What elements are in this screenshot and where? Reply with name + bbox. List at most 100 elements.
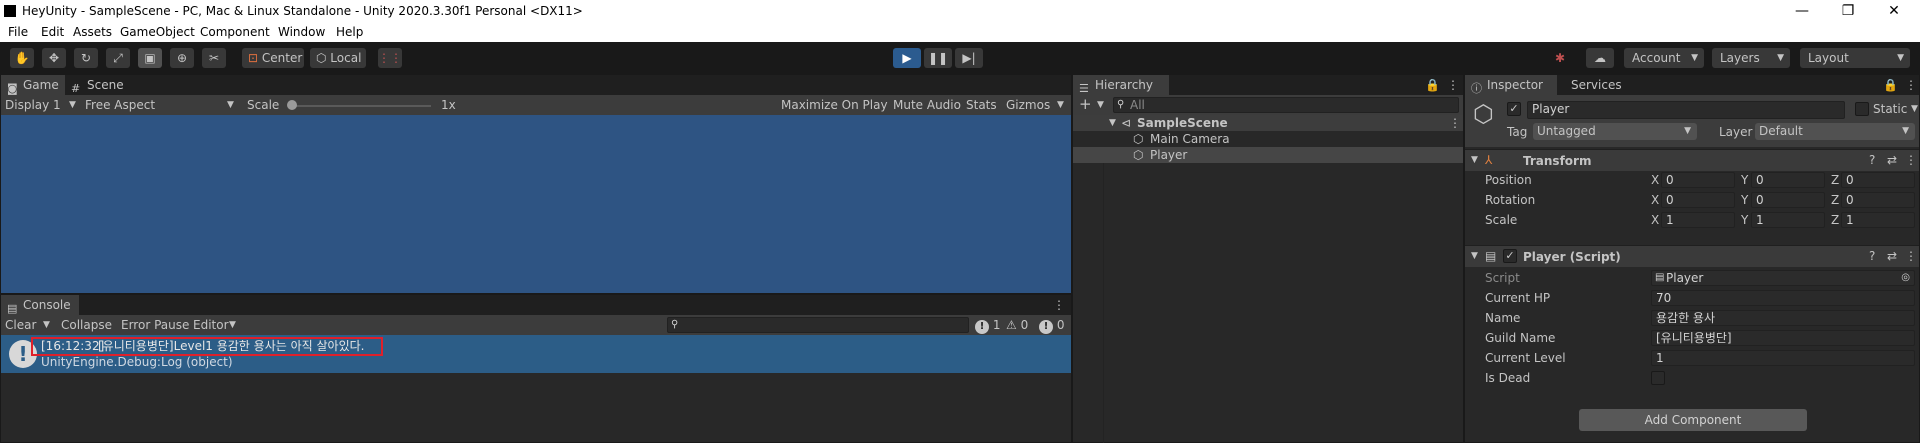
- error-pause-button[interactable]: Error Pause: [121, 316, 189, 334]
- x-field[interactable]: 0: [1661, 172, 1735, 188]
- game-toolbar: Display 1 ▼ Free Aspect ▼ Scale 1x Maxim…: [1, 95, 1071, 115]
- display-dropdown[interactable]: Display 1: [5, 96, 61, 114]
- layer-dropdown[interactable]: Default ▼: [1755, 123, 1915, 140]
- field-value-input[interactable]: 1: [1651, 350, 1915, 366]
- editor-dropdown[interactable]: Editor: [193, 316, 229, 334]
- scene-row[interactable]: ▼ ⊲ SampleScene ⋮: [1073, 115, 1463, 131]
- menu-window[interactable]: Window: [278, 25, 325, 39]
- close-button[interactable]: ✕: [1876, 1, 1912, 21]
- menu-assets[interactable]: Assets: [73, 25, 112, 39]
- tag-value: Untagged: [1537, 124, 1596, 138]
- tab-services[interactable]: Services: [1557, 75, 1649, 95]
- clear-button[interactable]: Clear: [5, 316, 36, 334]
- x-field[interactable]: 1: [1661, 212, 1735, 228]
- chevron-down-icon: ▼: [1109, 118, 1116, 128]
- menu-edit[interactable]: Edit: [41, 25, 64, 39]
- more-options-icon[interactable]: ⋮: [1447, 76, 1459, 94]
- is-dead-checkbox[interactable]: [1651, 371, 1665, 385]
- menu-file[interactable]: File: [8, 25, 28, 39]
- x-field[interactable]: 0: [1661, 192, 1735, 208]
- tag-dropdown[interactable]: Untagged ▼: [1533, 123, 1697, 140]
- hand-tool-icon[interactable]: ✋: [10, 48, 34, 68]
- field-value-input[interactable]: 70: [1651, 290, 1915, 306]
- collapse-button[interactable]: Collapse: [61, 316, 112, 334]
- hierarchy-search-input[interactable]: ⚲ All: [1113, 97, 1459, 113]
- tab-game[interactable]: ◙ Game: [1, 75, 65, 95]
- transform-tool-icon[interactable]: ⊕: [170, 48, 194, 68]
- scale-slider-handle[interactable]: [287, 100, 297, 110]
- maximize-on-play-button[interactable]: Maximize On Play: [781, 96, 888, 114]
- error-count-toggle[interactable]: ! 0: [1039, 316, 1064, 334]
- aspect-dropdown[interactable]: Free Aspect: [85, 96, 155, 114]
- cloud-icon[interactable]: ☁: [1586, 48, 1614, 68]
- static-checkbox[interactable]: [1855, 102, 1869, 116]
- menu-help[interactable]: Help: [336, 25, 363, 39]
- field-value-input[interactable]: 용감한 용사: [1651, 310, 1915, 326]
- field-label: Current HP: [1485, 291, 1551, 305]
- tab-scene[interactable]: # Scene: [65, 75, 137, 95]
- scale-slider[interactable]: [291, 105, 431, 107]
- collab-icon[interactable]: ✱: [1548, 48, 1572, 68]
- minimize-button[interactable]: —: [1784, 1, 1820, 21]
- rect-tool-icon[interactable]: ▣: [138, 48, 162, 68]
- lock-icon[interactable]: 🔒: [1425, 76, 1440, 94]
- more-options-icon[interactable]: ⋮: [1905, 76, 1917, 94]
- pivot-toggle[interactable]: ⊡ Center: [242, 48, 304, 68]
- axis-y-label: Y: [1741, 213, 1749, 227]
- more-options-icon[interactable]: ⋮: [1053, 296, 1065, 314]
- tab-inspector[interactable]: ⓘ Inspector: [1465, 75, 1557, 95]
- console-log-entry[interactable]: ! [16:12:32] [유니티용병단]Level1 용감한 용사는 아직 살…: [1, 335, 1071, 373]
- menu-gameobject[interactable]: GameObject: [120, 25, 195, 39]
- script-header[interactable]: ▼ ▤ ✓ Player (Script) ? ⇄ ⋮: [1465, 245, 1919, 267]
- more-options-icon[interactable]: ⋮: [1905, 247, 1917, 265]
- step-button[interactable]: ▶|: [955, 48, 983, 68]
- chevron-down-icon: ▼: [1471, 155, 1478, 165]
- object-name-input[interactable]: Player: [1527, 101, 1845, 119]
- snap-grid-icon[interactable]: ⋮⋮: [378, 48, 402, 68]
- warning-count-toggle[interactable]: ⚠ 0: [1006, 316, 1028, 334]
- hierarchy-toolbar: + ▼ ⚲ All: [1073, 95, 1463, 115]
- pause-button[interactable]: ❚❚: [924, 48, 952, 68]
- lock-icon[interactable]: 🔒: [1883, 76, 1898, 94]
- maximize-button[interactable]: ❐: [1830, 1, 1866, 21]
- layers-dropdown[interactable]: Layers ▼: [1712, 48, 1790, 68]
- z-field[interactable]: 1: [1841, 212, 1915, 228]
- presets-icon[interactable]: ⇄: [1887, 247, 1897, 265]
- transform-header[interactable]: ▼ ⅄ Transform ? ⇄ ⋮: [1465, 149, 1919, 171]
- help-icon[interactable]: ?: [1869, 247, 1875, 265]
- scale-tool-icon[interactable]: ⤢: [106, 48, 130, 68]
- y-field[interactable]: 1: [1751, 212, 1825, 228]
- menu-component[interactable]: Component: [200, 25, 270, 39]
- space-toggle[interactable]: ⬡ Local: [310, 48, 366, 68]
- account-dropdown[interactable]: Account ▼: [1624, 48, 1704, 68]
- stats-button[interactable]: Stats: [966, 96, 997, 114]
- game-view[interactable]: [1, 115, 1071, 293]
- script-field-row: Current Level 1: [1465, 349, 1919, 367]
- custom-tool-icon[interactable]: ✂: [202, 48, 226, 68]
- rotate-tool-icon[interactable]: ↻: [74, 48, 98, 68]
- more-options-icon[interactable]: ⋮: [1905, 151, 1917, 169]
- help-icon[interactable]: ?: [1869, 151, 1875, 169]
- add-icon[interactable]: +: [1079, 95, 1092, 113]
- field-value-input[interactable]: [유니티용병단]: [1651, 330, 1915, 346]
- console-search-input[interactable]: ⚲: [667, 317, 969, 333]
- tab-hierarchy[interactable]: ☰ Hierarchy: [1073, 75, 1169, 95]
- hierarchy-item-main-camera[interactable]: ⬡ Main Camera: [1073, 131, 1463, 147]
- y-field[interactable]: 0: [1751, 192, 1825, 208]
- play-button[interactable]: ▶: [893, 48, 921, 68]
- layout-dropdown[interactable]: Layout ▼: [1800, 48, 1910, 68]
- z-field[interactable]: 0: [1841, 192, 1915, 208]
- active-checkbox[interactable]: ✓: [1507, 102, 1521, 116]
- tab-console[interactable]: ▤ Console: [1, 295, 79, 315]
- presets-icon[interactable]: ⇄: [1887, 151, 1897, 169]
- script-enabled-checkbox[interactable]: ✓: [1503, 249, 1517, 263]
- hierarchy-item-player[interactable]: ⬡ Player: [1073, 147, 1463, 163]
- gizmos-button[interactable]: Gizmos: [1006, 96, 1050, 114]
- log-count-toggle[interactable]: ! 1: [975, 316, 1000, 334]
- more-options-icon[interactable]: ⋮: [1449, 114, 1461, 132]
- z-field[interactable]: 0: [1841, 172, 1915, 188]
- y-field[interactable]: 0: [1751, 172, 1825, 188]
- move-tool-icon[interactable]: ✥: [42, 48, 66, 68]
- mute-audio-button[interactable]: Mute Audio: [893, 96, 961, 114]
- add-component-button[interactable]: Add Component: [1579, 409, 1807, 431]
